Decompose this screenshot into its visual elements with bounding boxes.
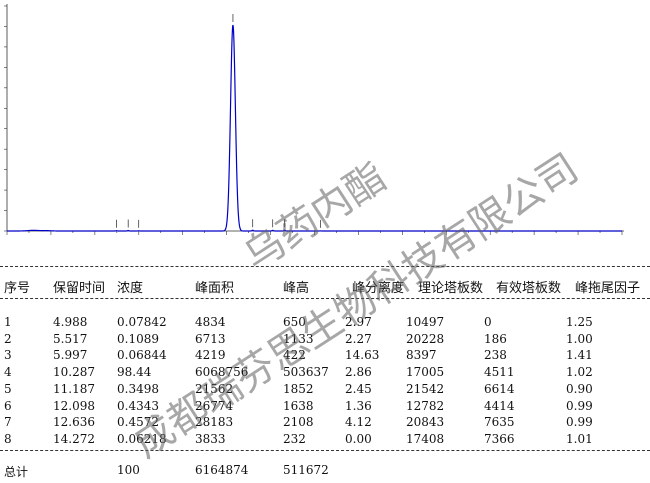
- table-cell: 0.1089: [117, 331, 159, 346]
- table-cell: 6068756: [195, 365, 249, 380]
- table-cell: 98.44: [117, 365, 152, 380]
- table-cell: 186: [484, 331, 507, 346]
- table-cell: 2: [4, 331, 12, 346]
- table-cell: 1.02: [566, 365, 593, 380]
- peak-markers: [116, 13, 321, 228]
- table-cell: 1: [4, 315, 12, 329]
- table-cell: 5: [4, 381, 12, 396]
- chart-axes: [6, 4, 624, 232]
- table-cell: 7635: [484, 415, 515, 430]
- table-cell: 14.63: [345, 348, 380, 363]
- table-cell: 5.997: [53, 348, 88, 363]
- header-resolution: 峰分离度: [352, 281, 405, 296]
- table-cell: 0.4343: [117, 398, 159, 413]
- table-cell: 0.00: [345, 431, 372, 446]
- table-cell: 0.99: [566, 415, 593, 430]
- table-cell: 20843: [406, 415, 445, 430]
- table-cell: 4219: [195, 348, 226, 363]
- table-cell: 2108: [283, 415, 314, 430]
- table-cell: 12.098: [53, 398, 95, 413]
- table-cell: 1133: [283, 331, 314, 346]
- table-cell: 0.07842: [117, 315, 167, 329]
- table-cell: 650: [283, 315, 306, 329]
- table-cell: 6713: [195, 331, 226, 346]
- table-cell: 20228: [406, 331, 445, 346]
- table-cell: 2.27: [345, 331, 372, 346]
- table-cell: 4.988: [53, 315, 88, 329]
- table-cell: 21562: [195, 381, 234, 396]
- header-tailing: 峰拖尾因子: [575, 281, 641, 296]
- table-top-divider: [0, 266, 650, 267]
- header-rt: 保留时间: [53, 281, 106, 296]
- table-cell: 26774: [195, 398, 234, 413]
- table-cell: 2.45: [345, 381, 372, 396]
- table-cell: 1.36: [345, 398, 372, 413]
- table-cell: 0.99: [566, 398, 593, 413]
- table-cell: 503637: [283, 365, 329, 380]
- table-cell: 8: [4, 431, 12, 446]
- header-eff-plates: 有效塔板数: [496, 281, 562, 296]
- table-cell: 3833: [195, 431, 226, 446]
- table-cell: 0.90: [566, 381, 593, 396]
- table-cell: 10497: [406, 315, 445, 329]
- table-cell: 17005: [406, 365, 445, 380]
- table-cell: 6: [4, 398, 12, 413]
- table-cell: 17408: [406, 431, 445, 446]
- header-area: 峰面积: [195, 281, 235, 296]
- table-cell: 4.12: [345, 415, 372, 430]
- total-label: 总计: [4, 465, 29, 479]
- total-area: 6164874: [195, 463, 249, 477]
- header-height: 峰高: [283, 281, 310, 296]
- table-cell: 10.287: [53, 365, 95, 380]
- table-cell: 238: [484, 348, 507, 363]
- total-height: 511672: [283, 463, 329, 477]
- table-cell: 12.636: [53, 415, 95, 430]
- total-conc: 100: [117, 463, 140, 477]
- table-cell: 4: [4, 365, 12, 380]
- table-cell: 8397: [406, 348, 437, 363]
- table-cell: 6614: [484, 381, 515, 396]
- total-divider: [0, 450, 650, 451]
- table-cell: 1638: [283, 398, 314, 413]
- table-cell: 11.187: [53, 381, 95, 396]
- header-divider: [0, 298, 650, 299]
- table-cell: 1852: [283, 381, 314, 396]
- table-cell: 2.86: [345, 365, 372, 380]
- table-cell: 28183: [195, 415, 234, 430]
- table-cell: 12782: [406, 398, 445, 413]
- table-cell: 7: [4, 415, 12, 430]
- table-cell: 1.01: [566, 431, 593, 446]
- chart-ticks: [4, 5, 623, 235]
- chromatogram-chart: [4, 4, 624, 235]
- table-cell: 4511: [484, 365, 515, 380]
- table-cell: 14.272: [53, 431, 95, 446]
- table-cell: 7366: [484, 431, 515, 446]
- table-cell: 422: [283, 348, 306, 363]
- table-cell: 4414: [484, 398, 515, 413]
- header-index: 序号: [4, 281, 31, 296]
- table-cell: 1.25: [566, 315, 593, 329]
- table-cell: 21542: [406, 381, 445, 396]
- table-cell: 232: [283, 431, 306, 446]
- table-cell: 2.97: [345, 315, 372, 329]
- table-cell: 0.06844: [117, 348, 167, 363]
- table-cell: 0.3498: [117, 381, 159, 396]
- table-cell: 0.4572: [117, 415, 159, 430]
- table-cell: 1.41: [566, 348, 593, 363]
- table-cell: 0: [484, 315, 492, 329]
- table-cell: 1.00: [566, 331, 593, 346]
- header-conc: 浓度: [117, 281, 144, 296]
- table-cell: 0.06218: [117, 431, 167, 446]
- chromatogram-trace: [7, 24, 622, 232]
- table-cell: 4834: [195, 315, 226, 329]
- header-theo-plates: 理论塔板数: [418, 281, 484, 296]
- table-cell: 5.517: [53, 331, 88, 346]
- table-cell: 3: [4, 348, 12, 363]
